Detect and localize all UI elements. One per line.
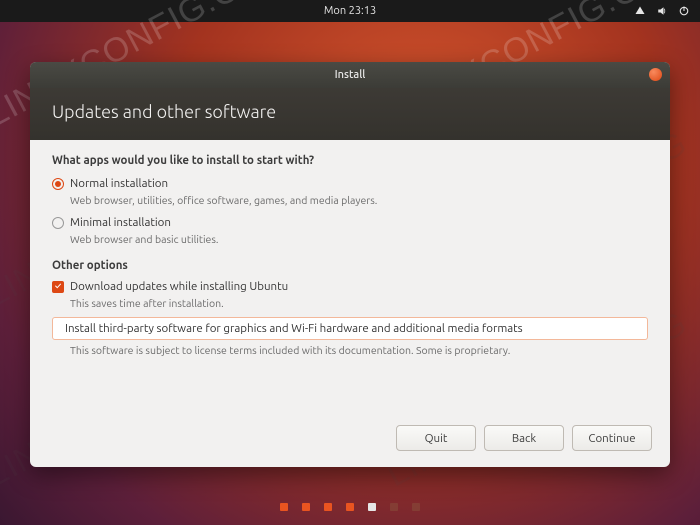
- option-desc: This saves time after installation.: [70, 297, 648, 309]
- step-dot: [368, 503, 376, 511]
- window-titlebar[interactable]: Install: [30, 62, 670, 88]
- clock: Mon 23:13: [324, 5, 376, 17]
- installer-window: Install Updates and other software What …: [30, 62, 670, 467]
- network-icon[interactable]: [634, 5, 646, 17]
- close-icon[interactable]: [649, 68, 662, 81]
- option-minimal-install[interactable]: Minimal installation: [52, 216, 648, 229]
- option-label: Normal installation: [70, 177, 168, 190]
- quit-button[interactable]: Quit: [396, 425, 476, 451]
- checkbox-icon[interactable]: [52, 281, 64, 293]
- page-header: Updates and other software: [30, 88, 670, 140]
- step-indicator: [0, 503, 700, 511]
- option-third-party[interactable]: Install third-party software for graphic…: [52, 317, 648, 340]
- step-dot: [280, 503, 288, 511]
- step-dot: [302, 503, 310, 511]
- step-dot: [412, 503, 420, 511]
- option-desc: Web browser, utilities, office software,…: [70, 194, 648, 206]
- system-tray[interactable]: [634, 5, 690, 17]
- option-label: Download updates while installing Ubuntu: [70, 280, 288, 293]
- radio-icon[interactable]: [52, 217, 64, 229]
- button-row: Quit Back Continue: [30, 415, 670, 467]
- step-dot: [324, 503, 332, 511]
- option-label: Minimal installation: [70, 216, 171, 229]
- option-normal-install[interactable]: Normal installation: [52, 177, 648, 190]
- install-question: What apps would you like to install to s…: [52, 154, 648, 167]
- option-label: Install third-party software for graphic…: [65, 322, 523, 335]
- option-desc: Web browser and basic utilities.: [70, 233, 648, 245]
- window-title: Install: [335, 69, 366, 81]
- volume-icon[interactable]: [656, 5, 668, 17]
- gnome-topbar: Mon 23:13: [0, 0, 700, 22]
- radio-icon[interactable]: [52, 178, 64, 190]
- step-dot: [390, 503, 398, 511]
- installer-content: What apps would you like to install to s…: [30, 140, 670, 415]
- page-title: Updates and other software: [52, 102, 276, 122]
- continue-button[interactable]: Continue: [572, 425, 652, 451]
- other-options-heading: Other options: [52, 259, 648, 272]
- step-dot: [346, 503, 354, 511]
- back-button[interactable]: Back: [484, 425, 564, 451]
- option-desc: This software is subject to license term…: [70, 344, 648, 356]
- power-icon[interactable]: [678, 5, 690, 17]
- option-download-updates[interactable]: Download updates while installing Ubuntu: [52, 280, 648, 293]
